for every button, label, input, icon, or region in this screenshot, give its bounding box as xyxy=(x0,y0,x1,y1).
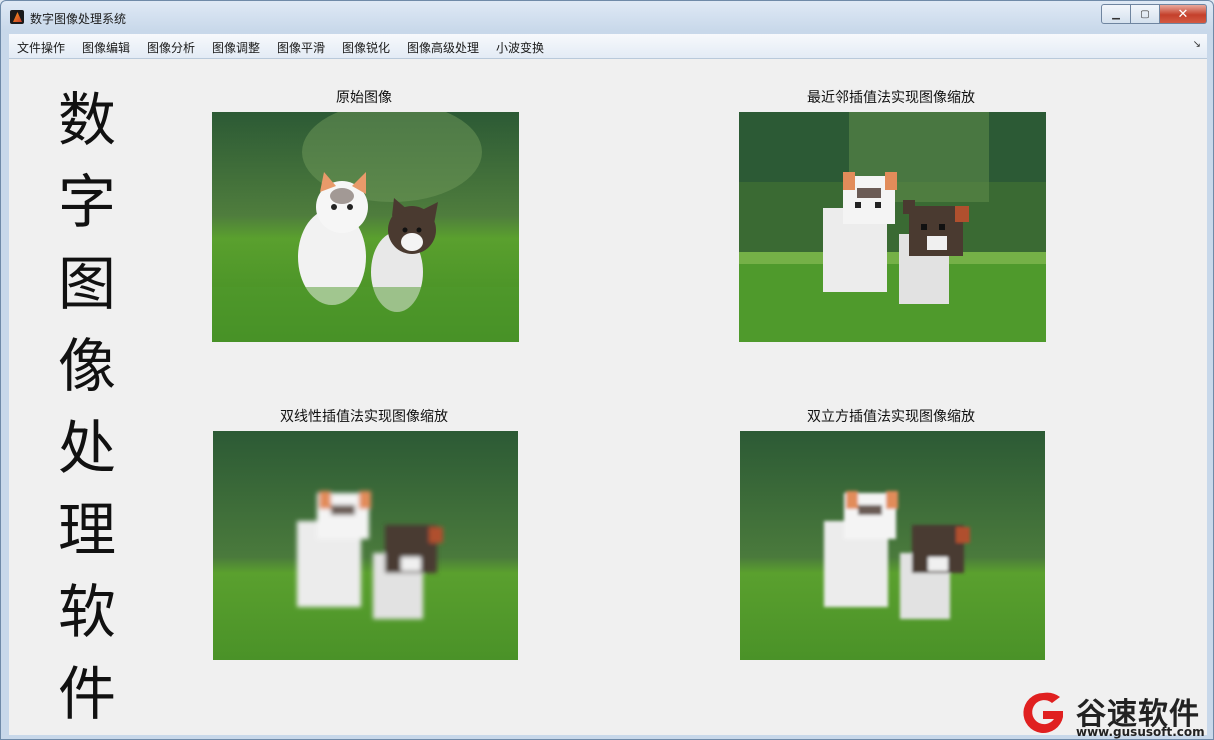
side-title-char: 软 xyxy=(57,578,116,646)
menu-wavelet[interactable]: 小波变换 xyxy=(496,39,544,56)
menu-edit[interactable]: 图像编辑 xyxy=(82,39,130,56)
title-bar[interactable]: 数字图像处理系统 ▁ ▢ ✕ xyxy=(1,1,1213,33)
window-title: 数字图像处理系统 xyxy=(30,12,127,26)
side-title-char: 处 xyxy=(57,414,116,482)
side-title-char: 数 xyxy=(57,86,116,154)
menu-file[interactable]: 文件操作 xyxy=(17,39,65,56)
window-controls: ▁ ▢ ✕ xyxy=(1101,4,1207,24)
panel-title-original: 原始图像 xyxy=(336,90,392,106)
side-title-char: 理 xyxy=(57,496,116,564)
watermark: 谷速软件 www.gususoft.com xyxy=(1016,685,1214,740)
nearest-neighbor-image xyxy=(739,112,1046,342)
gususoft-logo-icon xyxy=(1023,692,1063,733)
matlab-icon xyxy=(10,10,24,24)
chevron-down-icon[interactable]: ↘ xyxy=(1193,39,1201,50)
side-title: 数 字 图 像 处 理 软 件 xyxy=(57,79,117,735)
panel-title-nearest: 最近邻插值法实现图像缩放 xyxy=(807,90,975,106)
watermark-url: www.gususoft.com xyxy=(1076,725,1205,739)
menu-adjust[interactable]: 图像调整 xyxy=(212,39,260,56)
menu-bar: 文件操作 图像编辑 图像分析 图像调整 图像平滑 图像锐化 图像高级处理 小波变… xyxy=(9,34,1207,59)
side-title-char: 件 xyxy=(57,660,116,728)
original-image xyxy=(212,112,519,342)
app-window: 数字图像处理系统 ▁ ▢ ✕ 文件操作 图像编辑 图像分析 图像调整 图像平滑 … xyxy=(0,0,1214,740)
figure-area: 数 字 图 像 处 理 软 件 原始图像 最近邻插值法实现图像缩放 双线性插值法… xyxy=(9,59,1207,735)
bilinear-image xyxy=(213,431,518,660)
menu-advanced[interactable]: 图像高级处理 xyxy=(407,39,479,56)
side-title-char: 像 xyxy=(57,332,116,400)
minimize-button[interactable]: ▁ xyxy=(1101,4,1131,24)
panel-title-bilinear: 双线性插值法实现图像缩放 xyxy=(280,409,448,425)
menu-smooth[interactable]: 图像平滑 xyxy=(277,39,325,56)
bicubic-image xyxy=(740,431,1045,660)
side-title-char: 图 xyxy=(57,250,116,318)
menu-sharpen[interactable]: 图像锐化 xyxy=(342,39,390,56)
side-title-char: 字 xyxy=(57,168,116,236)
menu-analysis[interactable]: 图像分析 xyxy=(147,39,195,56)
maximize-button[interactable]: ▢ xyxy=(1131,4,1160,24)
close-button[interactable]: ✕ xyxy=(1160,4,1207,24)
panel-title-bicubic: 双立方插值法实现图像缩放 xyxy=(807,409,975,425)
